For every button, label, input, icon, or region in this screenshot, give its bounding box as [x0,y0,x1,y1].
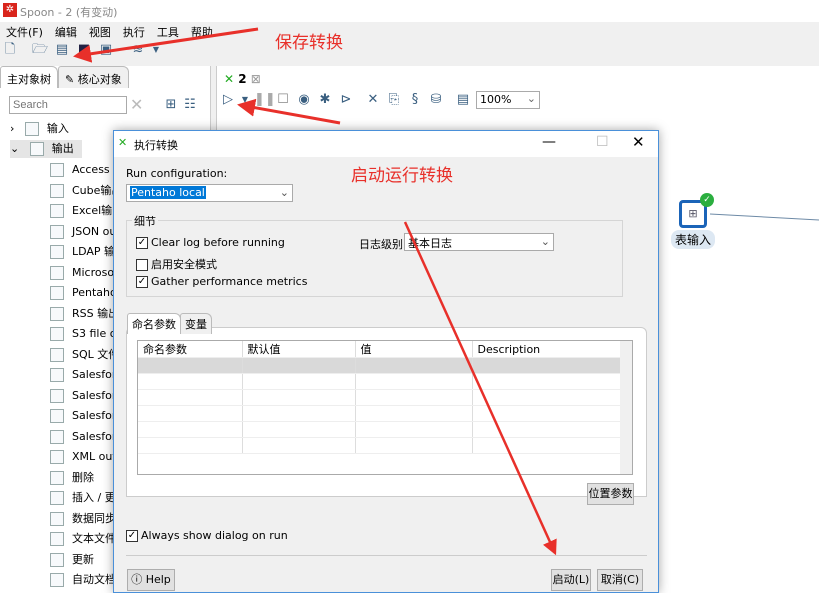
clear-log-checkbox[interactable]: ✓ Clear log before running [136,236,285,249]
checkbox-unchecked-icon [136,259,148,271]
table-row[interactable] [138,389,621,406]
position-params-button[interactable]: 位置参数 [587,483,634,505]
log-level-select[interactable]: 基本日志 ⌄ [404,233,554,251]
checkbox-label: Clear log before running [151,236,285,249]
dialog-title: 执行转换 [134,139,178,152]
always-show-checkbox[interactable]: ✓ Always show dialog on run [126,529,288,542]
run-transformation-dialog: ✕ 执行转换 — ☐ ✕ Run configuration: Pentaho … [113,130,659,593]
tab-named-params[interactable]: 命名参数 [127,313,181,334]
run-config-select[interactable]: Pentaho local ⌄ [126,184,293,202]
tab-label: 变量 [185,318,207,331]
log-level-value: 基本日志 [408,237,452,250]
column-header[interactable]: Description [472,341,621,358]
maximize-button[interactable]: ☐ [596,134,609,150]
details-group-label: 细节 [132,213,158,229]
table-row[interactable] [138,421,621,438]
help-button[interactable]: ⓘ Help [127,569,175,591]
checkbox-label: Always show dialog on run [141,529,288,542]
gather-metrics-checkbox[interactable]: ✓ Gather performance metrics [136,275,307,288]
checkbox-label: 启用安全模式 [151,258,217,271]
transformation-icon: ✕ [118,136,128,149]
chevron-down-icon: ⌄ [540,235,550,248]
chevron-down-icon: ⌄ [279,186,289,199]
divider [126,555,647,556]
tab-label: 命名参数 [132,318,176,331]
button-label: Help [145,573,171,586]
safe-mode-checkbox[interactable]: 启用安全模式 [136,256,217,272]
table-row[interactable] [138,437,621,454]
table-scrollbar[interactable] [620,341,632,474]
table-row[interactable] [138,373,621,390]
dialog-title-bar: ✕ 执行转换 — ☐ ✕ [114,131,658,157]
checkbox-checked-icon: ✓ [136,276,148,288]
annotation-save: 保存转换 [275,33,343,53]
checkbox-label: Gather performance metrics [151,275,308,288]
column-header[interactable]: 命名参数 [138,341,243,358]
annotation-run: 启动运行转换 [351,166,453,186]
table-row[interactable] [138,405,621,422]
minimize-button[interactable]: — [542,134,556,150]
checkbox-checked-icon: ✓ [126,530,138,542]
column-header[interactable]: 值 [355,341,473,358]
table-header: 命名参数 默认值值 Description [138,341,621,358]
column-header[interactable]: 默认值 [242,341,356,358]
help-icon: ⓘ [131,573,143,586]
cancel-button[interactable]: 取消(C) [597,569,643,591]
table-row[interactable] [138,357,621,374]
close-button[interactable]: ✕ [632,133,645,151]
run-config-value: Pentaho local [130,186,206,199]
launch-button[interactable]: 启动(L) [551,569,591,591]
run-config-label: Run configuration: [126,167,228,180]
log-level-label: 日志级别 [359,238,403,251]
checkbox-checked-icon: ✓ [136,237,148,249]
tab-variables[interactable]: 变量 [180,313,212,334]
params-table: 命名参数 默认值值 Description [137,340,633,475]
